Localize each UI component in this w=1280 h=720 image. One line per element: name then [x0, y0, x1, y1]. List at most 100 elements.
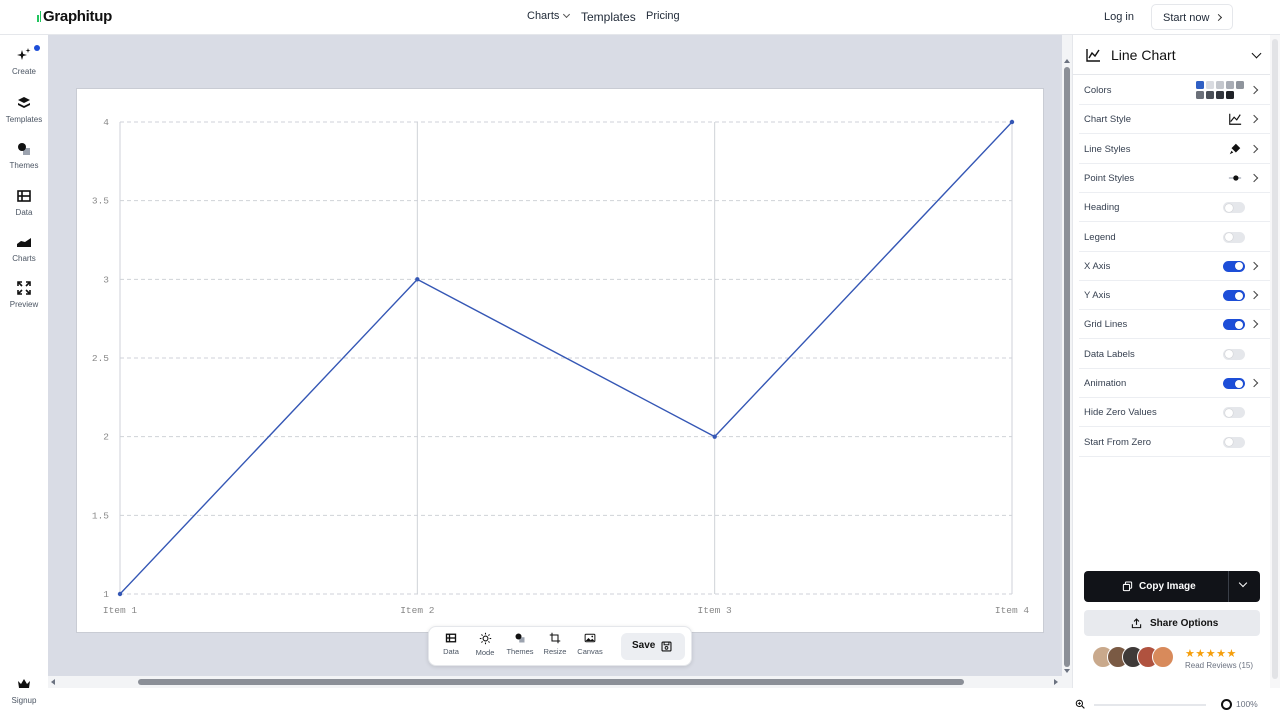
toolbar-themes-button[interactable]: Themes — [505, 632, 535, 656]
toggle-switch[interactable] — [1223, 202, 1245, 214]
chevron-right-icon[interactable] — [1249, 290, 1259, 300]
logo-icon — [37, 10, 42, 22]
setting-label: Colors — [1084, 85, 1112, 96]
sidebar-item-label: Data — [15, 208, 33, 217]
logo[interactable]: Graphitup — [37, 8, 112, 25]
copy-image-button[interactable]: Copy Image — [1084, 571, 1260, 602]
toggle-switch[interactable] — [1223, 260, 1245, 272]
chevron-down-icon[interactable] — [1238, 578, 1248, 588]
sidebar-item-create[interactable]: Create — [0, 45, 48, 76]
color-swatch — [1196, 81, 1204, 89]
sidebar-item-charts[interactable]: Charts — [0, 234, 48, 263]
setting-row-legend[interactable]: Legend — [1079, 223, 1271, 252]
read-reviews-link[interactable]: Read Reviews (15) — [1185, 661, 1253, 670]
setting-row-heading[interactable]: Heading — [1079, 193, 1271, 223]
login-link[interactable]: Log in — [1104, 11, 1134, 23]
panel-header[interactable]: Line Chart — [1073, 35, 1271, 75]
scrollbar-thumb[interactable] — [138, 679, 964, 685]
copy-image-main[interactable]: Copy Image — [1084, 571, 1228, 602]
setting-label: Line Styles — [1084, 143, 1131, 155]
toggle-switch[interactable] — [1223, 378, 1245, 389]
color-swatch — [1216, 91, 1224, 99]
data-point — [415, 277, 420, 282]
scrollbar-thumb[interactable] — [1272, 39, 1278, 679]
horizontal-scrollbar[interactable] — [48, 676, 1062, 688]
chevron-right-icon[interactable] — [1249, 378, 1259, 388]
chevron-right-icon[interactable] — [1249, 144, 1259, 153]
sidebar-item-signup[interactable]: Signup — [0, 676, 48, 705]
x-tick-label: Item 4 — [995, 605, 1030, 616]
zoom-slider[interactable] — [1094, 704, 1206, 706]
scroll-up-icon[interactable] — [1064, 59, 1070, 63]
chevron-right-icon[interactable] — [1249, 85, 1259, 95]
chevron-right-icon[interactable] — [1249, 115, 1259, 124]
sidebar-item-data[interactable]: Data — [0, 188, 48, 217]
setting-row-colors[interactable]: Colors — [1079, 76, 1271, 105]
color-swatch — [1236, 81, 1244, 89]
nav-templates[interactable]: Templates — [581, 10, 636, 24]
chevron-right-icon[interactable] — [1249, 261, 1259, 271]
toggle-switch[interactable] — [1223, 231, 1245, 243]
chevron-right-icon[interactable] — [1249, 320, 1259, 329]
sidebar-item-templates[interactable]: Templates — [0, 95, 48, 124]
setting-row-start-from-zero[interactable]: Start From Zero — [1079, 428, 1271, 457]
scroll-down-icon[interactable] — [1064, 669, 1070, 673]
left-sidebar: Create Templates Themes Data Charts Prev… — [0, 35, 48, 720]
toolbar-resize-button[interactable]: Resize — [540, 632, 570, 656]
scroll-left-icon[interactable] — [51, 679, 55, 685]
setting-row-point-styles[interactable]: Point Styles — [1079, 164, 1271, 193]
scroll-right-icon[interactable] — [1054, 679, 1058, 685]
toggle-switch[interactable] — [1223, 407, 1245, 419]
toolbar-item-label: Data — [443, 647, 459, 656]
toolbar-canvas-button[interactable]: Canvas — [575, 632, 605, 656]
toggle-switch[interactable] — [1223, 319, 1245, 331]
setting-row-data-labels[interactable]: Data Labels — [1079, 340, 1271, 369]
nav-charts[interactable]: Charts — [527, 10, 571, 22]
share-options-button[interactable]: Share Options — [1084, 610, 1260, 636]
setting-row-animation[interactable]: Animation — [1079, 369, 1271, 398]
sidebar-item-preview[interactable]: Preview — [0, 280, 48, 309]
toolbar-item-label: Resize — [543, 647, 567, 656]
setting-row-y-axis[interactable]: Y Axis — [1079, 281, 1271, 311]
zoom-in-icon[interactable] — [1075, 699, 1085, 709]
setting-row-grid-lines[interactable]: Grid Lines — [1079, 310, 1271, 340]
sidebar-item-themes[interactable]: Themes — [0, 141, 48, 170]
toggle-knob — [1235, 320, 1243, 329]
top-bar: Graphitup Charts Templates Pricing Log i… — [0, 0, 1280, 35]
panel-scrollbar[interactable] — [1270, 35, 1280, 688]
y-tick-label: 1 — [103, 589, 109, 600]
scrollbar-thumb[interactable] — [1064, 67, 1070, 667]
sun-icon — [479, 632, 491, 645]
table-icon — [17, 190, 31, 202]
toolbar-data-button[interactable]: Data — [436, 632, 466, 656]
toggle-switch[interactable] — [1223, 348, 1245, 360]
color-swatches[interactable] — [1196, 81, 1246, 101]
data-point — [117, 591, 123, 597]
setting-row-chart-style[interactable]: Chart Style — [1079, 105, 1271, 135]
chart-card[interactable]: 1 1.5 2 2.5 3 3.5 4 Item 1 Item 2 Item 3 Item 4 — [76, 88, 1044, 633]
reviewer-avatars — [1092, 646, 1182, 670]
nav-pricing[interactable]: Pricing — [646, 10, 680, 22]
chevron-right-icon[interactable] — [1249, 173, 1259, 183]
setting-label: Heading — [1084, 202, 1120, 214]
setting-row-line-styles[interactable]: Line Styles — [1079, 135, 1271, 164]
setting-row-x-axis[interactable]: X Axis — [1079, 252, 1271, 281]
copy-image-label: Copy Image — [1139, 581, 1196, 592]
setting-row-hide-zero-values[interactable]: Hide Zero Values — [1079, 398, 1271, 428]
zoom-slider-handle[interactable] — [1221, 699, 1232, 710]
save-button[interactable]: Save — [621, 633, 685, 660]
color-swatch — [1216, 81, 1224, 89]
chevron-down-icon[interactable] — [1251, 48, 1262, 59]
data-point — [712, 434, 717, 439]
crop-icon — [549, 632, 561, 644]
setting-label: Chart Style — [1084, 114, 1131, 126]
point-icon — [1228, 175, 1242, 181]
color-swatch — [1206, 91, 1214, 99]
start-now-button[interactable]: Start now — [1151, 4, 1233, 30]
toggle-switch[interactable] — [1223, 290, 1245, 302]
x-tick-label: Item 1 — [103, 605, 138, 616]
toolbar-mode-button[interactable]: Mode — [470, 632, 500, 657]
toggle-switch[interactable] — [1223, 436, 1245, 448]
setting-label: Grid Lines — [1084, 319, 1128, 331]
vertical-scrollbar[interactable] — [1062, 35, 1072, 688]
